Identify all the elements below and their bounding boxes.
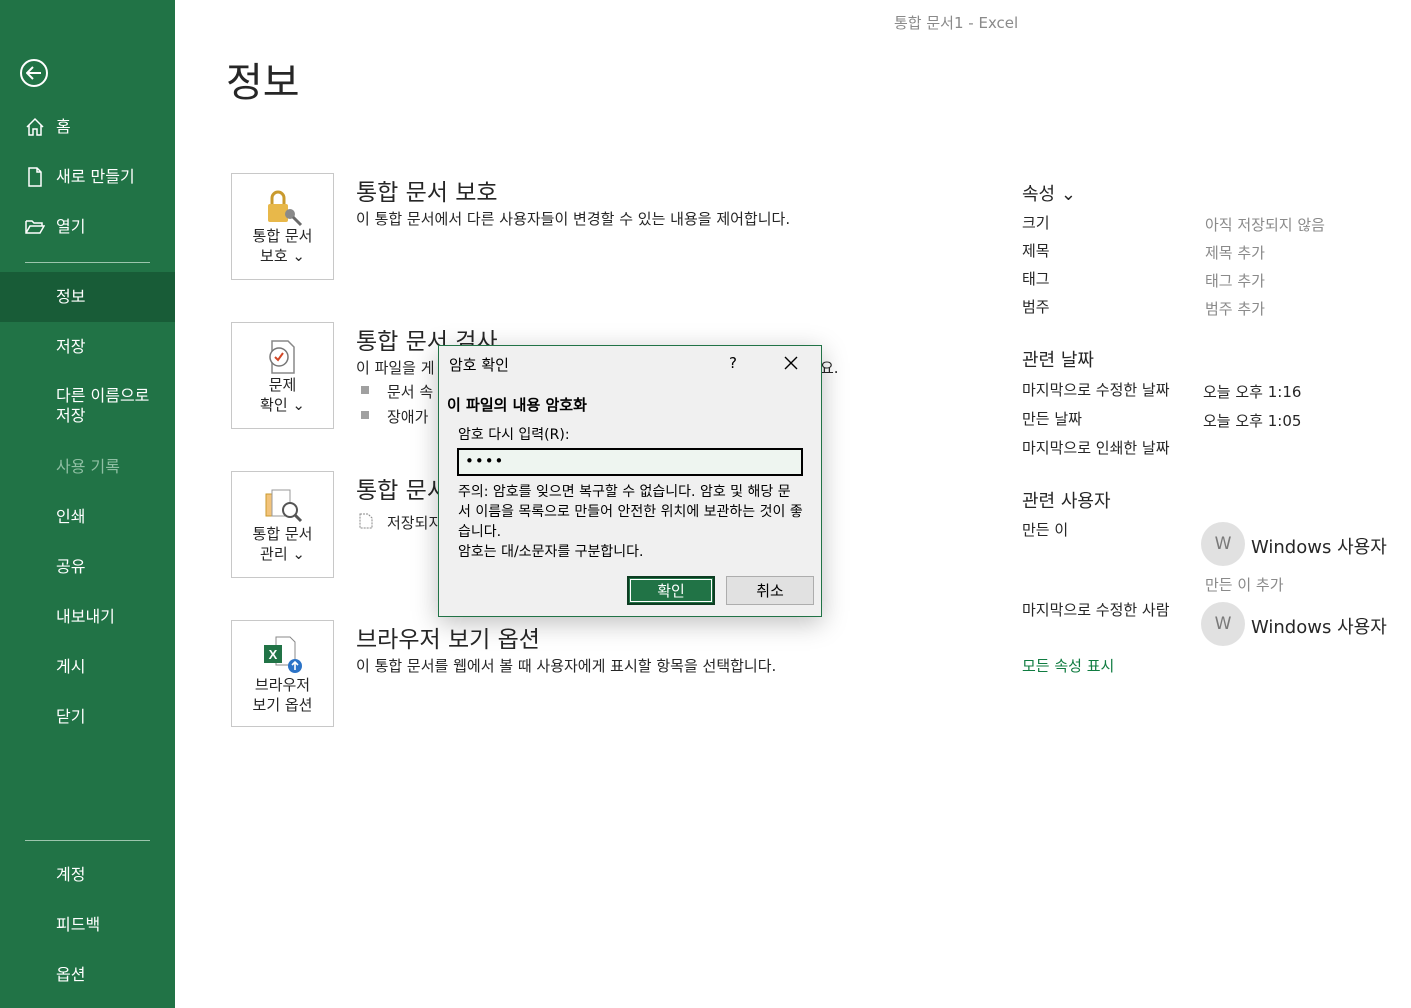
dialog-title: 암호 확인 (449, 356, 509, 374)
nav-save-as[interactable]: 다른 이름으로 저장 (0, 384, 175, 430)
nav-share[interactable]: 공유 (0, 544, 175, 590)
tile-label: 문제 확인 ⌄ (260, 376, 305, 414)
section-description: 이 파일을 게 (356, 359, 435, 377)
section-description: 저장되지 (387, 514, 443, 532)
modified-by-name: Windows 사용자 (1251, 617, 1387, 638)
nav-label: 옵션 (56, 965, 86, 984)
protect-workbook-button[interactable]: 통합 문서 보호 ⌄ (231, 173, 334, 280)
prop-label: 마지막으로 수정한 사람 (1022, 601, 1170, 619)
section-title: 통합 문서 보호 (356, 180, 498, 206)
nav-label: 인쇄 (56, 507, 86, 526)
nav-info[interactable]: 정보 (0, 272, 175, 322)
nav-divider (25, 840, 150, 841)
nav-open[interactable]: 열기 (0, 204, 175, 250)
prop-label: 제목 (1022, 242, 1050, 260)
bullet-text: 장애가 (387, 408, 429, 426)
prop-category-field[interactable]: 범주 추가 (1205, 298, 1265, 319)
window-title: 통합 문서1 - Excel (894, 14, 1019, 32)
nav-label: 닫기 (56, 707, 86, 726)
nav-new[interactable]: 새로 만들기 (0, 154, 175, 200)
back-arrow-icon[interactable] (20, 59, 48, 87)
prop-label: 태그 (1022, 270, 1050, 288)
lock-key-icon (268, 190, 303, 227)
password-input[interactable]: •••• (457, 448, 803, 476)
backstage-nav: 홈 새로 만들기 열기 정보 저장 다른 이름으로 저장 사용 기록 인쇄 공유… (0, 0, 175, 1008)
nav-divider (25, 262, 150, 263)
folder-open-icon (25, 220, 45, 234)
nav-close[interactable]: 닫기 (0, 694, 175, 740)
nav-feedback[interactable]: 피드백 (0, 902, 175, 948)
nav-print[interactable]: 인쇄 (0, 494, 175, 540)
prop-value: 아직 저장되지 않음 (1205, 216, 1325, 234)
bullet-marker (361, 386, 369, 394)
prop-label: 크기 (1022, 214, 1050, 232)
nav-label: 공유 (56, 557, 86, 576)
nav-label: 다른 이름으로 저장 (56, 386, 150, 425)
nav-history: 사용 기록 (0, 444, 175, 490)
dates-header: 관련 날짜 (1022, 350, 1094, 371)
properties-dropdown[interactable]: 속성 ⌄ (1022, 180, 1076, 206)
nav-label: 새로 만들기 (56, 167, 135, 186)
nav-label: 홈 (56, 117, 71, 136)
nav-label: 사용 기록 (56, 457, 120, 476)
manage-documents-icon (265, 489, 303, 523)
nav-label: 내보내기 (56, 607, 115, 626)
svg-text:X: X (269, 647, 278, 662)
password-label: 암호 다시 입력(R): (458, 427, 570, 443)
nav-save[interactable]: 저장 (0, 324, 175, 370)
nav-label: 열기 (56, 217, 86, 236)
nav-label: 피드백 (56, 915, 101, 934)
prop-label: 마지막으로 수정한 날짜 (1022, 381, 1170, 399)
tile-label: 통합 문서 관리 ⌄ (252, 525, 313, 563)
prop-label: 마지막으로 인쇄한 날짜 (1022, 439, 1170, 457)
prop-value: 오늘 오후 1:16 (1203, 383, 1302, 401)
new-document-icon (28, 167, 42, 187)
tile-label: 브라우저 보기 옵션 (252, 676, 313, 714)
nav-label: 계정 (56, 865, 86, 884)
prop-label: 만든 날짜 (1022, 410, 1082, 428)
browser-view-options-button[interactable]: X 브라우저 보기 옵션 (231, 620, 334, 727)
show-all-properties-link[interactable]: 모든 속성 표시 (1022, 655, 1114, 676)
avatar: W (1201, 522, 1245, 566)
nav-label: 정보 (56, 287, 86, 306)
add-author-field[interactable]: 만든 이 추가 (1205, 574, 1284, 595)
home-icon (26, 117, 44, 136)
prop-title-field[interactable]: 제목 추가 (1205, 242, 1265, 263)
nav-publish[interactable]: 게시 (0, 644, 175, 690)
prop-value: 오늘 오후 1:05 (1203, 412, 1302, 430)
tile-label: 통합 문서 보호 ⌄ (252, 227, 313, 265)
section-description: 이 통합 문서에서 다른 사용자들이 변경할 수 있는 내용을 제어합니다. (356, 210, 791, 228)
nav-export[interactable]: 내보내기 (0, 594, 175, 640)
nav-account[interactable]: 계정 (0, 852, 175, 898)
password-confirm-dialog: 암호 확인 ? 이 파일의 내용 암호화 암호 다시 입력(R): •••• 주… (438, 345, 822, 617)
excel-browser-icon: X (264, 636, 302, 673)
avatar: W (1201, 602, 1245, 646)
nav-label: 저장 (56, 337, 86, 356)
warning-note: 주의: 암호를 잊으면 복구할 수 없습니다. 암호 및 해당 문서 이름을 목… (458, 484, 803, 560)
page-title: 정보 (226, 60, 300, 106)
document-icon (359, 513, 373, 529)
bullet-text: 문서 속 (387, 383, 434, 401)
author-name: Windows 사용자 (1251, 537, 1387, 558)
nav-label: 게시 (56, 657, 86, 676)
nav-options[interactable]: 옵션 (0, 952, 175, 998)
prop-label: 만든 이 (1022, 521, 1069, 539)
ok-button[interactable]: 확인 (627, 576, 715, 605)
prop-tags-field[interactable]: 태그 추가 (1205, 270, 1265, 291)
dialog-heading: 이 파일의 내용 암호화 (447, 396, 587, 414)
cancel-button[interactable]: 취소 (726, 576, 814, 605)
help-button[interactable]: ? (729, 354, 737, 372)
manage-workbook-button[interactable]: 통합 문서 관리 ⌄ (231, 471, 334, 578)
close-icon[interactable] (784, 356, 798, 370)
section-description-tail: 요. (820, 359, 839, 377)
section-description: 이 통합 문서를 웹에서 볼 때 사용자에게 표시할 항목을 선택합니다. (356, 657, 777, 675)
nav-home[interactable]: 홈 (0, 104, 175, 150)
prop-label: 범주 (1022, 298, 1050, 316)
section-title: 통합 문서 (356, 478, 448, 504)
inspect-document-icon (269, 340, 295, 374)
people-header: 관련 사용자 (1022, 491, 1111, 512)
check-issues-button[interactable]: 문제 확인 ⌄ (231, 322, 334, 429)
bullet-marker (361, 411, 369, 419)
section-title: 브라우저 보기 옵션 (356, 627, 540, 653)
